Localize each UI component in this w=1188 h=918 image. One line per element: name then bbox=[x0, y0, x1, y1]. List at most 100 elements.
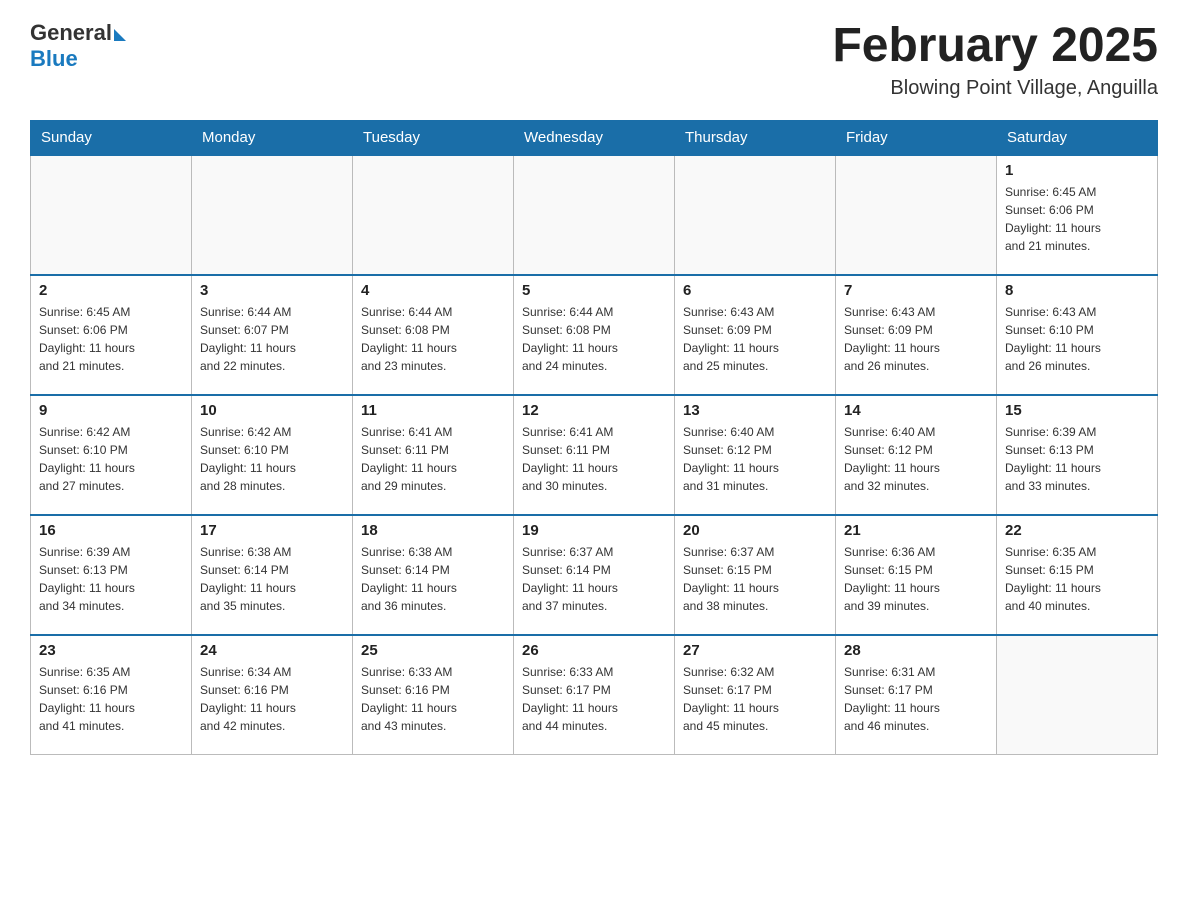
day-number: 17 bbox=[200, 522, 344, 539]
day-info: Sunrise: 6:44 AM Sunset: 6:08 PM Dayligh… bbox=[361, 303, 505, 375]
day-info: Sunrise: 6:43 AM Sunset: 6:10 PM Dayligh… bbox=[1005, 303, 1149, 375]
day-number: 12 bbox=[522, 402, 666, 419]
day-number: 5 bbox=[522, 282, 666, 299]
day-number: 22 bbox=[1005, 522, 1149, 539]
day-number: 28 bbox=[844, 642, 988, 659]
day-info: Sunrise: 6:36 AM Sunset: 6:15 PM Dayligh… bbox=[844, 543, 988, 615]
calendar-cell: 2 Sunrise: 6:45 AM Sunset: 6:06 PM Daylig… bbox=[31, 275, 192, 395]
day-number: 7 bbox=[844, 282, 988, 299]
week-row-1: 1 Sunrise: 6:45 AM Sunset: 6:06 PM Daylig… bbox=[31, 155, 1158, 275]
day-info: Sunrise: 6:41 AM Sunset: 6:11 PM Dayligh… bbox=[522, 423, 666, 495]
day-number: 8 bbox=[1005, 282, 1149, 299]
day-header-wednesday: Wednesday bbox=[514, 120, 675, 155]
calendar-cell: 4 Sunrise: 6:44 AM Sunset: 6:08 PM Daylig… bbox=[353, 275, 514, 395]
day-number: 4 bbox=[361, 282, 505, 299]
week-row-4: 16 Sunrise: 6:39 AM Sunset: 6:13 PM Dayli… bbox=[31, 515, 1158, 635]
calendar-cell bbox=[192, 155, 353, 275]
day-info: Sunrise: 6:37 AM Sunset: 6:14 PM Dayligh… bbox=[522, 543, 666, 615]
logo-arrow-icon bbox=[114, 29, 126, 41]
calendar-cell: 1 Sunrise: 6:45 AM Sunset: 6:06 PM Daylig… bbox=[997, 155, 1158, 275]
day-number: 10 bbox=[200, 402, 344, 419]
calendar-cell: 9 Sunrise: 6:42 AM Sunset: 6:10 PM Daylig… bbox=[31, 395, 192, 515]
day-number: 23 bbox=[39, 642, 183, 659]
day-info: Sunrise: 6:39 AM Sunset: 6:13 PM Dayligh… bbox=[1005, 423, 1149, 495]
day-info: Sunrise: 6:35 AM Sunset: 6:16 PM Dayligh… bbox=[39, 663, 183, 735]
location: Blowing Point Village, Anguilla bbox=[832, 77, 1158, 100]
day-info: Sunrise: 6:38 AM Sunset: 6:14 PM Dayligh… bbox=[200, 543, 344, 615]
day-info: Sunrise: 6:40 AM Sunset: 6:12 PM Dayligh… bbox=[683, 423, 827, 495]
day-info: Sunrise: 6:44 AM Sunset: 6:07 PM Dayligh… bbox=[200, 303, 344, 375]
calendar-cell: 28 Sunrise: 6:31 AM Sunset: 6:17 PM Dayli… bbox=[836, 635, 997, 755]
calendar-cell: 26Sunrise: 6:33 AM Sunset: 6:17 PM Dayli… bbox=[514, 635, 675, 755]
day-info: Sunrise: 6:42 AM Sunset: 6:10 PM Dayligh… bbox=[200, 423, 344, 495]
calendar-cell: 23 Sunrise: 6:35 AM Sunset: 6:16 PM Dayli… bbox=[31, 635, 192, 755]
calendar-cell bbox=[353, 155, 514, 275]
day-info: Sunrise: 6:39 AM Sunset: 6:13 PM Dayligh… bbox=[39, 543, 183, 615]
day-info: Sunrise: 6:44 AM Sunset: 6:08 PM Dayligh… bbox=[522, 303, 666, 375]
week-row-3: 9 Sunrise: 6:42 AM Sunset: 6:10 PM Daylig… bbox=[31, 395, 1158, 515]
day-header-friday: Friday bbox=[836, 120, 997, 155]
calendar-cell bbox=[997, 635, 1158, 755]
calendar-cell: 22 Sunrise: 6:35 AM Sunset: 6:15 PM Dayli… bbox=[997, 515, 1158, 635]
day-info: Sunrise: 6:40 AM Sunset: 6:12 PM Dayligh… bbox=[844, 423, 988, 495]
day-number: 19 bbox=[522, 522, 666, 539]
day-number: 1 bbox=[1005, 162, 1149, 179]
day-info: Sunrise: 6:33 AM Sunset: 6:16 PM Dayligh… bbox=[361, 663, 505, 735]
day-number: 13 bbox=[683, 402, 827, 419]
day-number: 18 bbox=[361, 522, 505, 539]
calendar-cell: 21 Sunrise: 6:36 AM Sunset: 6:15 PM Dayli… bbox=[836, 515, 997, 635]
day-info: Sunrise: 6:37 AM Sunset: 6:15 PM Dayligh… bbox=[683, 543, 827, 615]
calendar-cell bbox=[836, 155, 997, 275]
title-area: February 2025 Blowing Point Village, Ang… bbox=[832, 20, 1158, 100]
calendar-cell: 18 Sunrise: 6:38 AM Sunset: 6:14 PM Dayli… bbox=[353, 515, 514, 635]
day-info: Sunrise: 6:45 AM Sunset: 6:06 PM Dayligh… bbox=[1005, 183, 1149, 255]
day-info: Sunrise: 6:43 AM Sunset: 6:09 PM Dayligh… bbox=[844, 303, 988, 375]
calendar-cell: 3 Sunrise: 6:44 AM Sunset: 6:07 PM Daylig… bbox=[192, 275, 353, 395]
day-number: 14 bbox=[844, 402, 988, 419]
calendar-cell: 27 Sunrise: 6:32 AM Sunset: 6:17 PM Dayli… bbox=[675, 635, 836, 755]
day-header-monday: Monday bbox=[192, 120, 353, 155]
day-number: 20 bbox=[683, 522, 827, 539]
calendar-cell: 25 Sunrise: 6:33 AM Sunset: 6:16 PM Dayli… bbox=[353, 635, 514, 755]
day-number: 24 bbox=[200, 642, 344, 659]
header: General Blue February 2025 Blowing Point… bbox=[30, 20, 1158, 100]
calendar-cell: 7 Sunrise: 6:43 AM Sunset: 6:09 PM Daylig… bbox=[836, 275, 997, 395]
day-number: 16 bbox=[39, 522, 183, 539]
day-info: Sunrise: 6:34 AM Sunset: 6:16 PM Dayligh… bbox=[200, 663, 344, 735]
day-number: 21 bbox=[844, 522, 988, 539]
calendar-cell: 8 Sunrise: 6:43 AM Sunset: 6:10 PM Daylig… bbox=[997, 275, 1158, 395]
calendar-cell: 12 Sunrise: 6:41 AM Sunset: 6:11 PM Dayli… bbox=[514, 395, 675, 515]
day-number: 3 bbox=[200, 282, 344, 299]
day-info: Sunrise: 6:32 AM Sunset: 6:17 PM Dayligh… bbox=[683, 663, 827, 735]
day-info: Sunrise: 6:35 AM Sunset: 6:15 PM Dayligh… bbox=[1005, 543, 1149, 615]
logo: General Blue bbox=[30, 20, 126, 72]
day-number: 15 bbox=[1005, 402, 1149, 419]
day-info: Sunrise: 6:43 AM Sunset: 6:09 PM Dayligh… bbox=[683, 303, 827, 375]
day-info: Sunrise: 6:41 AM Sunset: 6:11 PM Dayligh… bbox=[361, 423, 505, 495]
calendar-body: 1 Sunrise: 6:45 AM Sunset: 6:06 PM Daylig… bbox=[31, 155, 1158, 755]
day-info: Sunrise: 6:31 AM Sunset: 6:17 PM Dayligh… bbox=[844, 663, 988, 735]
day-number: 27 bbox=[683, 642, 827, 659]
week-row-5: 23 Sunrise: 6:35 AM Sunset: 6:16 PM Dayli… bbox=[31, 635, 1158, 755]
day-header-tuesday: Tuesday bbox=[353, 120, 514, 155]
day-info: Sunrise: 6:38 AM Sunset: 6:14 PM Dayligh… bbox=[361, 543, 505, 615]
day-number: 6 bbox=[683, 282, 827, 299]
calendar-cell: 14 Sunrise: 6:40 AM Sunset: 6:12 PM Dayli… bbox=[836, 395, 997, 515]
day-number: 9 bbox=[39, 402, 183, 419]
day-number: 2 bbox=[39, 282, 183, 299]
day-number: 25 bbox=[361, 642, 505, 659]
calendar-cell: 11Sunrise: 6:41 AM Sunset: 6:11 PM Dayli… bbox=[353, 395, 514, 515]
day-info: Sunrise: 6:33 AM Sunset: 6:17 PM Dayligh… bbox=[522, 663, 666, 735]
calendar-cell: 15 Sunrise: 6:39 AM Sunset: 6:13 PM Dayli… bbox=[997, 395, 1158, 515]
calendar-cell: 19 Sunrise: 6:37 AM Sunset: 6:14 PM Dayli… bbox=[514, 515, 675, 635]
calendar-header-row: SundayMondayTuesdayWednesdayThursdayFrid… bbox=[31, 120, 1158, 155]
week-row-2: 2 Sunrise: 6:45 AM Sunset: 6:06 PM Daylig… bbox=[31, 275, 1158, 395]
day-header-saturday: Saturday bbox=[997, 120, 1158, 155]
logo-general-text: General bbox=[30, 20, 112, 46]
calendar-cell: 24 Sunrise: 6:34 AM Sunset: 6:16 PM Dayli… bbox=[192, 635, 353, 755]
day-info: Sunrise: 6:45 AM Sunset: 6:06 PM Dayligh… bbox=[39, 303, 183, 375]
calendar-cell: 13 Sunrise: 6:40 AM Sunset: 6:12 PM Dayli… bbox=[675, 395, 836, 515]
day-info: Sunrise: 6:42 AM Sunset: 6:10 PM Dayligh… bbox=[39, 423, 183, 495]
calendar-cell: 10 Sunrise: 6:42 AM Sunset: 6:10 PM Dayli… bbox=[192, 395, 353, 515]
calendar-cell: 20 Sunrise: 6:37 AM Sunset: 6:15 PM Dayli… bbox=[675, 515, 836, 635]
